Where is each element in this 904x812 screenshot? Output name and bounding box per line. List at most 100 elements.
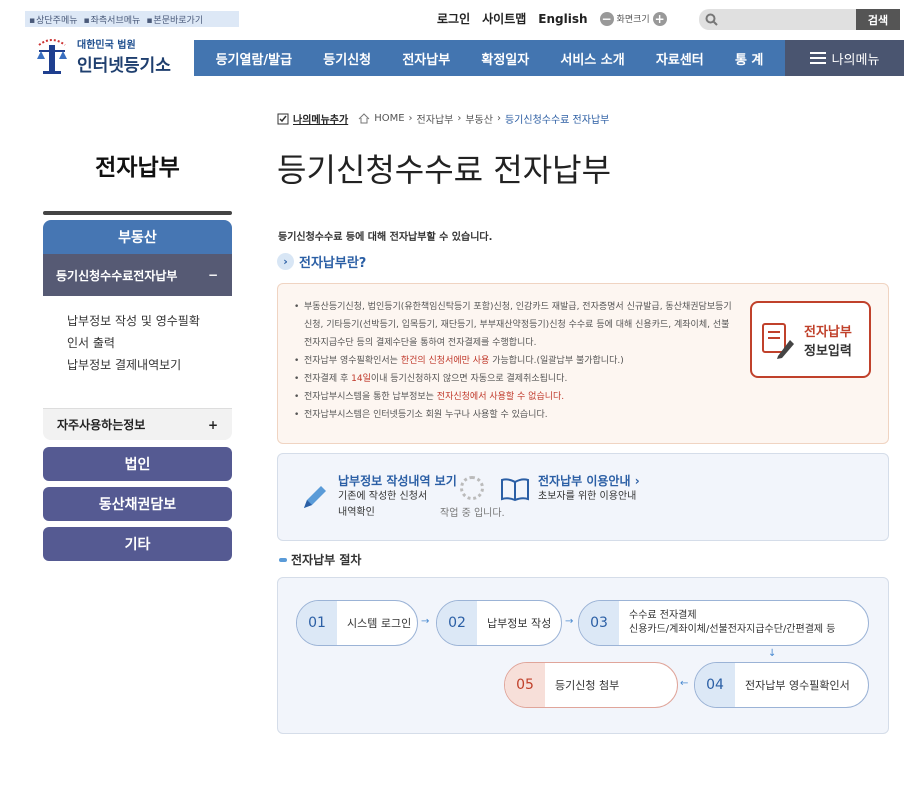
usage-guide-link[interactable]: 전자납부 이용안내 › 초보자를 위한 이용안내 bbox=[500, 472, 640, 505]
step-sublabel: 신용카드/계좌이체/선불전자지급수단/간편결제 등 bbox=[629, 624, 836, 635]
nav-item-service[interactable]: 서비스 소개 bbox=[560, 49, 624, 68]
highlight-text: 전자신청에서 사용할 수 없습니다. bbox=[436, 392, 565, 402]
breadcrumb-realestate[interactable]: 부동산 bbox=[465, 111, 493, 126]
section-heading-procedure: 전자납부 절차 bbox=[279, 551, 361, 568]
arrow-down-icon: ↓ bbox=[768, 648, 777, 659]
lnb-corporation-button[interactable]: 법인 bbox=[43, 447, 232, 481]
lnb-etc-button[interactable]: 기타 bbox=[43, 527, 232, 561]
nav-item-resources[interactable]: 자료센터 bbox=[656, 49, 704, 68]
lnb-sub-item[interactable]: 인서 출력 bbox=[67, 332, 232, 354]
breadcrumb-epay[interactable]: 전자납부 bbox=[417, 111, 454, 126]
skip-links: 상단주메뉴 좌측서브메뉴 본문바로가기 bbox=[25, 11, 239, 27]
login-link[interactable]: 로그인 bbox=[437, 10, 470, 27]
lnb-item-favorites[interactable]: 자주사용하는정보 + bbox=[43, 408, 232, 440]
loading-text: 작업 중 입니다. bbox=[440, 508, 505, 519]
document-pen-icon bbox=[762, 322, 794, 359]
step-3: 03 수수료 전자결제 신용카드/계좌이체/선불전자지급수단/간편결제 등 bbox=[578, 600, 869, 646]
info-item: 전자납부시스템을 통한 납부정보는 전자신청에서 사용할 수 없습니다. bbox=[294, 388, 734, 406]
add-my-menu-link[interactable]: 나의메뉴추가 bbox=[293, 111, 348, 126]
plus-icon: + bbox=[207, 417, 218, 432]
checkbox-icon bbox=[277, 113, 289, 124]
minus-icon: − bbox=[207, 268, 218, 282]
highlight-text: 14일 bbox=[351, 374, 371, 384]
lnb-movable-button[interactable]: 동산채권담보 bbox=[43, 487, 232, 521]
my-menu-button[interactable]: 나의메뉴 bbox=[785, 40, 904, 76]
breadcrumb: 나의메뉴추가 HOME › 전자납부 › 부동산 › 등기신청수수료 전자납부 bbox=[277, 111, 609, 126]
spinner-icon bbox=[460, 476, 485, 500]
payment-history-desc: 내역확인 bbox=[338, 507, 375, 518]
lnb-divider bbox=[43, 211, 232, 215]
court-emblem-icon bbox=[37, 39, 67, 74]
arrow-right-icon: → bbox=[565, 616, 574, 627]
main-nav: 등기열람/발급 등기신청 전자납부 확정일자 서비스 소개 자료센터 통 계 bbox=[194, 40, 785, 76]
nav-item-fixed-date[interactable]: 확정일자 bbox=[481, 49, 529, 68]
search-button[interactable]: 검색 bbox=[856, 9, 900, 30]
zoom-out-icon[interactable]: − bbox=[599, 11, 614, 26]
lnb-group: 부동산 등기신청수수료전자납부 − 납부정보 작성 및 영수필확 인서 출력 납… bbox=[43, 220, 232, 440]
book-icon bbox=[501, 477, 529, 501]
english-link[interactable]: English bbox=[538, 12, 587, 26]
arrow-right-icon: → bbox=[421, 616, 430, 627]
info-item: 전자결제 후 14일이내 등기신청하지 않으면 자동으로 결제취소됩니다. bbox=[294, 370, 734, 388]
lnb-head-realestate[interactable]: 부동산 bbox=[43, 220, 232, 254]
step-number: 05 bbox=[505, 663, 545, 707]
lnb-sub-list: 납부정보 작성 및 영수필확 인서 출력 납부정보 결제내역보기 bbox=[43, 296, 232, 408]
lnb-title: 전자납부 bbox=[95, 155, 180, 181]
section-heading-label: 전자납부란? bbox=[299, 256, 367, 271]
highlight-text: 한건의 신청서에만 사용 bbox=[400, 356, 490, 366]
search-input[interactable] bbox=[699, 9, 856, 30]
epay-input-line1: 전자납부 bbox=[804, 324, 852, 340]
step-label: 수수료 전자결제 bbox=[629, 610, 697, 621]
payment-history-link[interactable]: 납부정보 작성내역 보기 기존에 작성한 신청서 내역확인 bbox=[300, 472, 457, 521]
breadcrumb-home[interactable]: HOME bbox=[374, 113, 404, 124]
chevron-right-icon: › bbox=[634, 474, 640, 488]
info-item: 부동산등기신청, 법인등기(유한책임신탁등기 포함)신청, 인감카드 재발급, … bbox=[294, 298, 734, 352]
skip-link-lnb[interactable]: 좌측서브메뉴 bbox=[84, 13, 141, 26]
nav-item-stats[interactable]: 통 계 bbox=[735, 49, 763, 68]
zoom-in-icon[interactable]: + bbox=[652, 11, 667, 26]
lnb-sub-item[interactable]: 납부정보 결제내역보기 bbox=[67, 354, 232, 376]
nav-item-epay[interactable]: 전자납부 bbox=[402, 49, 450, 68]
info-item: 전자납부시스템은 인터넷등기소 회원 누구나 사용할 수 있습니다. bbox=[294, 406, 734, 424]
step-1: 01 시스템 로그인 bbox=[296, 600, 418, 646]
step-label: 시스템 로그인 bbox=[347, 617, 412, 630]
my-menu-label: 나의메뉴 bbox=[831, 52, 880, 68]
hamburger-icon bbox=[809, 52, 826, 64]
zoom-control: − 화면크기 + bbox=[599, 11, 667, 26]
intro-text: 등기신청수수료 등에 대해 전자납부할 수 있습니다. bbox=[278, 232, 493, 243]
chevron-right-icon: › bbox=[277, 253, 294, 270]
step-2: 02 납부정보 작성 bbox=[436, 600, 562, 646]
usage-guide-title: 전자납부 이용안내 › bbox=[538, 474, 640, 488]
chevron-right-icon: › bbox=[408, 113, 413, 124]
epay-input-line2: 정보입력 bbox=[804, 343, 852, 359]
step-label: 등기신청 첨부 bbox=[555, 679, 620, 692]
home-icon bbox=[358, 113, 370, 124]
skip-link-content[interactable]: 본문바로가기 bbox=[146, 13, 203, 26]
step-label: 전자납부 영수필확인서 bbox=[745, 679, 850, 692]
chevron-right-icon: › bbox=[457, 113, 462, 124]
sitemap-link[interactable]: 사이트맵 bbox=[482, 10, 526, 27]
nav-item-view[interactable]: 등기열람/발급 bbox=[216, 49, 293, 68]
lnb-favorites-label: 자주사용하는정보 bbox=[57, 418, 146, 432]
zoom-label: 화면크기 bbox=[616, 15, 650, 25]
info-list: 부동산등기신청, 법인등기(유한책임신탁등기 포함)신청, 인감카드 재발급, … bbox=[294, 298, 734, 424]
epay-input-button[interactable]: 전자납부 정보입력 bbox=[750, 301, 871, 378]
page-title: 등기신청수수료 전자납부 bbox=[277, 151, 612, 189]
chevron-right-icon: › bbox=[496, 113, 501, 124]
lnb-sub-item[interactable]: 납부정보 작성 및 영수필확 bbox=[67, 310, 232, 332]
logo-line2: 인터넷등기소 bbox=[77, 56, 171, 76]
step-number: 01 bbox=[297, 601, 337, 645]
lnb-item-active-label: 등기신청수수료전자납부 bbox=[56, 268, 178, 283]
site-logo[interactable]: 대한민국 법원 인터넷등기소 bbox=[33, 35, 171, 77]
nav-item-apply[interactable]: 등기신청 bbox=[323, 49, 371, 68]
quick-link-box: 납부정보 작성내역 보기 기존에 작성한 신청서 내역확인 작업 중 입니다. … bbox=[277, 453, 889, 541]
info-box: 부동산등기신청, 법인등기(유한책임신탁등기 포함)신청, 인감카드 재발급, … bbox=[277, 283, 889, 444]
procedure-box: 01 시스템 로그인 → 02 납부정보 작성 → 03 수수료 전자결제 신용… bbox=[277, 577, 889, 734]
step-number: 02 bbox=[437, 601, 477, 645]
loading-indicator: 작업 중 입니다. bbox=[440, 476, 505, 519]
step-label: 납부정보 작성 bbox=[487, 617, 552, 630]
lnb-item-active[interactable]: 등기신청수수료전자납부 − bbox=[43, 254, 232, 296]
payment-history-desc: 기존에 작성한 신청서 bbox=[338, 491, 428, 502]
skip-link-gnb[interactable]: 상단주메뉴 bbox=[29, 13, 77, 26]
payment-history-title: 납부정보 작성내역 보기 bbox=[338, 474, 457, 488]
